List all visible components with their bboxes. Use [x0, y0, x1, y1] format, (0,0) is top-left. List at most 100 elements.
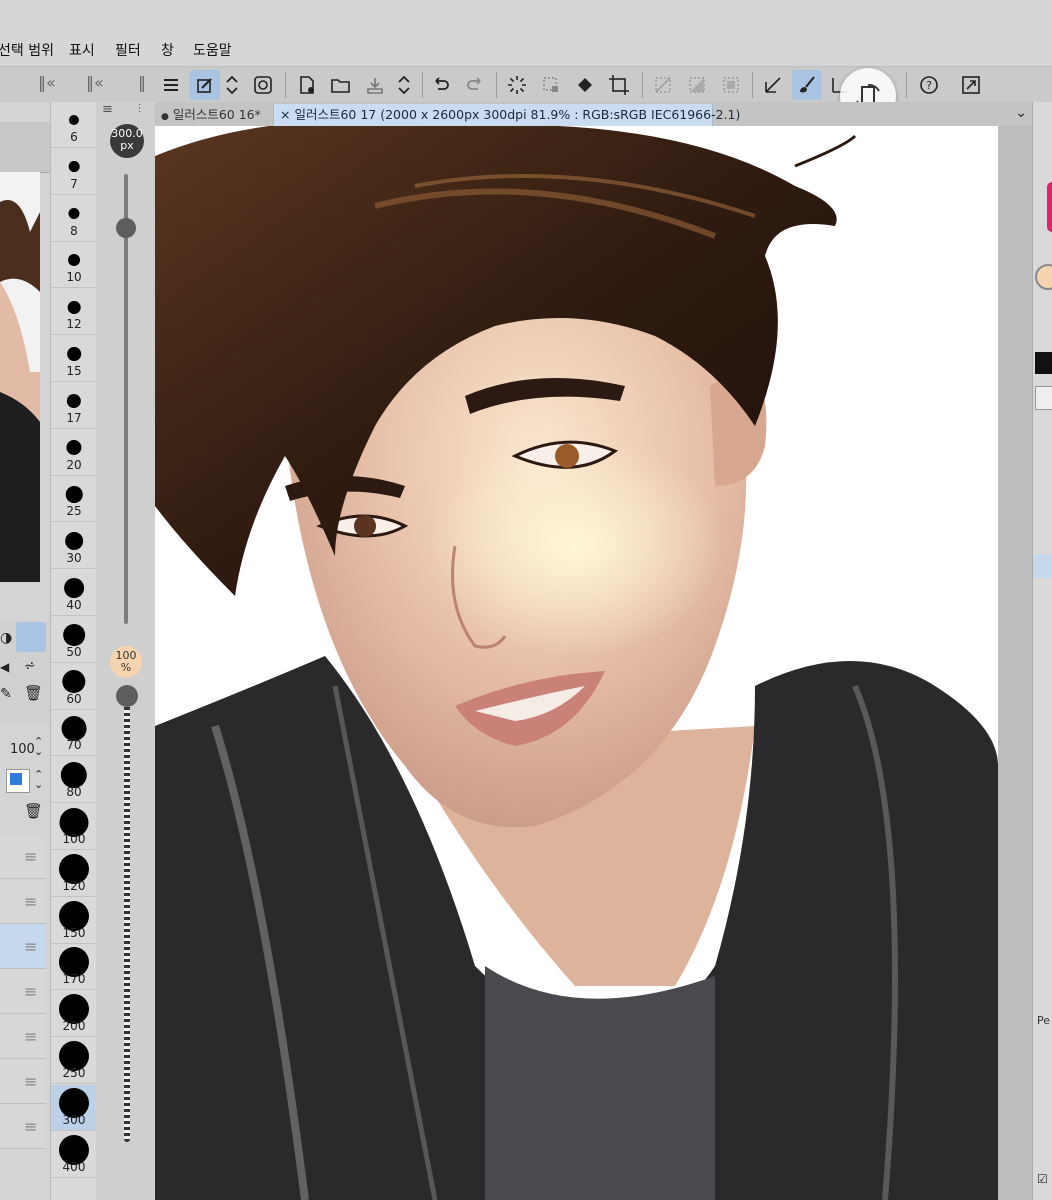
brush-size-label: 120: [62, 878, 86, 893]
left-panel: ◑ ◀ ⩫ ✎ 🗑 100 ⌃ ⌄ ⌃ ⌄ 🗑 ≡ ≡ ≡ ≡ ≡ ≡ ≡: [0, 102, 50, 1200]
brush-size-250[interactable]: 250: [51, 1038, 97, 1084]
brush-size-50[interactable]: 50: [51, 617, 97, 663]
checkbox-icon[interactable]: ☑: [1037, 1172, 1048, 1186]
layer-mode-icon[interactable]: [16, 622, 46, 652]
brush-size-10[interactable]: 10: [51, 242, 97, 289]
redo-icon[interactable]: [460, 70, 490, 100]
panel-collapse-left-icon[interactable]: ‖«: [38, 73, 56, 92]
ruler-icon[interactable]: [758, 70, 788, 100]
size-slider-knob[interactable]: [116, 218, 136, 238]
invert-selection-icon[interactable]: [682, 70, 712, 100]
brush-size-6[interactable]: 6: [51, 102, 97, 148]
tab-document-16[interactable]: ● 일러스트60 16*: [155, 104, 267, 126]
menu-selection[interactable]: 선택 범위: [0, 40, 54, 60]
brush-size-label: 70: [66, 738, 82, 753]
fill-icon[interactable]: [570, 70, 600, 100]
updown-icon-2[interactable]: [392, 70, 416, 100]
deselect-icon[interactable]: [648, 70, 678, 100]
opacity-slider-track[interactable]: [124, 696, 130, 1142]
spinner-2-icon[interactable]: ⌃ ⌄: [34, 769, 43, 790]
subtool-selected-row[interactable]: [1033, 554, 1052, 578]
updown-icon[interactable]: [220, 70, 244, 100]
layer-row[interactable]: ≡: [0, 834, 46, 879]
brush-size-120[interactable]: 120: [51, 851, 97, 897]
brush-size-300[interactable]: 300: [51, 1084, 97, 1131]
new-file-icon[interactable]: [292, 70, 322, 100]
brush-size-label: 200: [62, 1019, 86, 1034]
adjust-icon[interactable]: ⫶: [138, 102, 141, 117]
tab-document-17[interactable]: × 일러스트60 17 (2000 x 2600px 300dpi 81.9% …: [273, 104, 740, 126]
opacity-value-bubble[interactable]: 100 %: [110, 646, 142, 678]
brush-size-25[interactable]: 25: [51, 476, 97, 523]
fullscreen-icon[interactable]: [956, 70, 986, 100]
brush-size-150[interactable]: 150: [51, 898, 97, 944]
brush-size-60[interactable]: 60: [51, 664, 97, 710]
brush-icon[interactable]: [792, 70, 822, 100]
size-slider-track[interactable]: [124, 174, 128, 624]
brush-preview-2[interactable]: [1035, 386, 1052, 410]
merge-icon[interactable]: ⩫: [24, 658, 36, 674]
brush-size-12[interactable]: 12: [51, 289, 97, 336]
edit-tool-icon[interactable]: [190, 70, 220, 100]
brush-size-label: 400: [62, 1159, 86, 1174]
brush-size-17[interactable]: 17: [51, 383, 97, 429]
menu-view[interactable]: 표시: [69, 40, 95, 60]
undo-icon[interactable]: [426, 70, 456, 100]
tab-list-chevron-icon[interactable]: ⌄: [1015, 105, 1027, 121]
layer-row[interactable]: ≡: [0, 1059, 46, 1104]
brush-size-170[interactable]: 170: [51, 944, 97, 991]
brush-size-100[interactable]: 100: [51, 804, 97, 850]
brush-size-40[interactable]: 40: [51, 570, 97, 616]
layer-row[interactable]: ≡: [0, 1014, 46, 1059]
size-unit: px: [120, 139, 134, 152]
save-icon[interactable]: [360, 70, 390, 100]
layer-row[interactable]: ≡: [0, 969, 46, 1014]
toolbar: ‖« ‖« ‖ ?: [0, 66, 1052, 124]
open-folder-icon[interactable]: [326, 70, 356, 100]
brush-size-200[interactable]: 200: [51, 991, 97, 1038]
brush-size-label: 8: [70, 223, 78, 238]
tab-close-icon[interactable]: ×: [280, 107, 290, 122]
clear-icon[interactable]: [502, 70, 532, 100]
panel-menu-icon[interactable]: ≡: [102, 102, 113, 117]
brush-size-70[interactable]: 70: [51, 710, 97, 757]
brush-preview-1[interactable]: [1035, 352, 1052, 374]
drawing-canvas[interactable]: [155, 126, 998, 1200]
help-icon[interactable]: ?: [914, 70, 944, 100]
transform-icon[interactable]: [604, 70, 634, 100]
menu-help[interactable]: 도움말: [193, 40, 232, 60]
navigator-preview[interactable]: [0, 172, 40, 582]
select-all-icon[interactable]: [716, 70, 746, 100]
trash-icon[interactable]: 🗑: [24, 684, 43, 702]
brush-size-8[interactable]: 8: [51, 196, 97, 242]
arrow-left-icon[interactable]: ◀: [0, 660, 9, 674]
panel-collapse-icon-2[interactable]: ‖: [138, 73, 146, 92]
brush-size-dot: [68, 114, 80, 126]
spinner-icon[interactable]: ⌃ ⌄: [34, 736, 43, 757]
spiral-icon[interactable]: [248, 70, 278, 100]
layer-visible-icon[interactable]: ◑: [0, 630, 12, 646]
panel-collapse-icon[interactable]: ‖«: [86, 73, 104, 92]
size-value-bubble[interactable]: 300.0 px: [110, 124, 144, 158]
layer-row[interactable]: ≡: [0, 1104, 46, 1149]
layer-opacity-value[interactable]: 100: [10, 742, 35, 757]
main-color-circle[interactable]: [1035, 264, 1052, 290]
brush-size-400[interactable]: 400: [51, 1132, 97, 1178]
brush-size-30[interactable]: 30: [51, 523, 97, 570]
brush-size-7[interactable]: 7: [51, 149, 97, 195]
brush-size-15[interactable]: 15: [51, 336, 97, 382]
color-swatch[interactable]: [6, 769, 30, 793]
brush-size-80[interactable]: 80: [51, 757, 97, 804]
layer-row[interactable]: ≡: [0, 879, 46, 924]
selection-icon[interactable]: [536, 70, 566, 100]
pen-edit-icon[interactable]: ✎: [0, 686, 12, 702]
trash-2-icon[interactable]: 🗑: [24, 802, 43, 820]
layer-row-selected[interactable]: ≡: [0, 924, 46, 969]
color-wheel-edge[interactable]: [1047, 182, 1052, 232]
menu-window[interactable]: 창: [161, 40, 174, 60]
menu-filter[interactable]: 필터: [115, 40, 141, 60]
menu-icon[interactable]: [156, 70, 186, 100]
opacity-slider-knob[interactable]: [116, 685, 138, 707]
brush-size-20[interactable]: 20: [51, 430, 97, 476]
brush-size-dot: [63, 623, 85, 646]
